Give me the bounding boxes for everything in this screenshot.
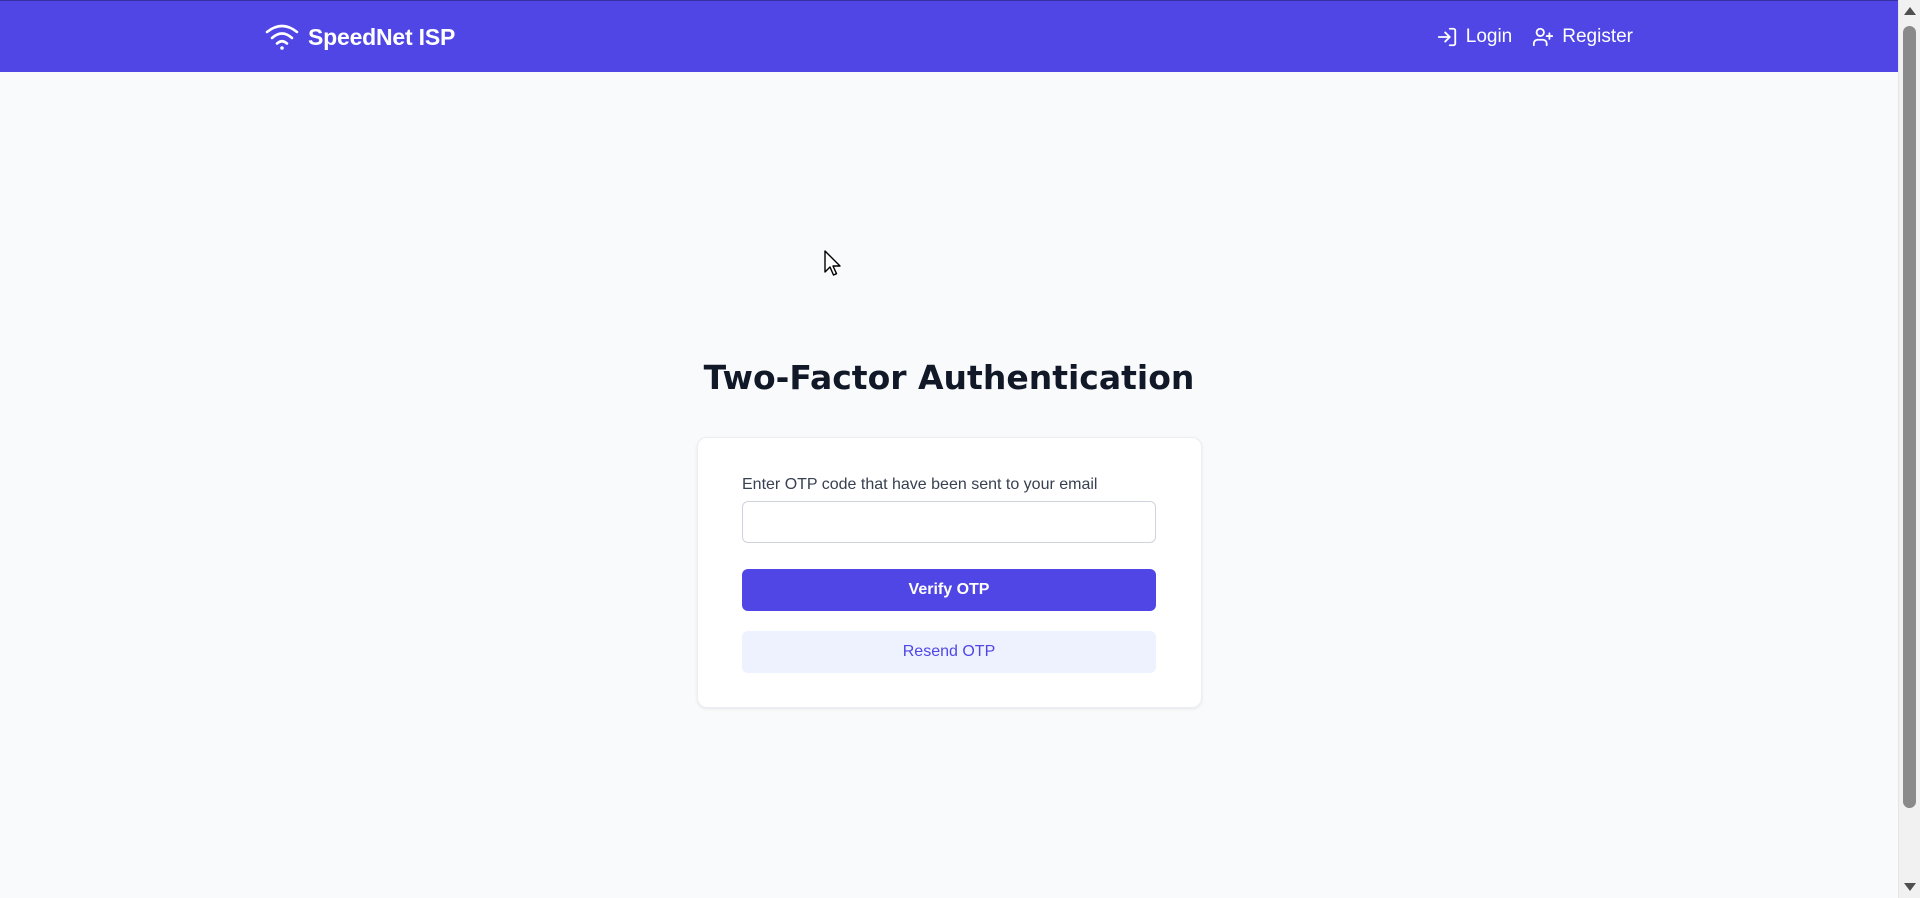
top-navbar: SpeedNet ISP Login Register	[0, 0, 1898, 72]
scroll-down-icon[interactable]	[1904, 883, 1916, 891]
login-label: Login	[1465, 26, 1513, 47]
register-label: Register	[1562, 26, 1633, 47]
vertical-scrollbar[interactable]	[1898, 0, 1920, 898]
otp-input[interactable]	[742, 501, 1156, 543]
register-link[interactable]: Register	[1532, 26, 1633, 48]
scrollbar-thumb[interactable]	[1903, 26, 1916, 808]
login-link[interactable]: Login	[1436, 26, 1513, 48]
brand-name: SpeedNet ISP	[308, 23, 456, 50]
login-icon	[1436, 26, 1458, 48]
wifi-icon	[265, 22, 299, 52]
verify-otp-button[interactable]: Verify OTP	[742, 569, 1156, 611]
otp-card: Enter OTP code that have been sent to yo…	[697, 437, 1202, 708]
brand-logo[interactable]: SpeedNet ISP	[265, 20, 455, 54]
resend-otp-button[interactable]: Resend OTP	[742, 631, 1156, 673]
nav-links: Login Register	[1436, 20, 1633, 54]
mouse-cursor-icon	[824, 250, 842, 283]
user-plus-icon	[1532, 26, 1554, 48]
scroll-up-icon[interactable]	[1904, 7, 1916, 15]
page-title: Two-Factor Authentication	[703, 358, 1195, 397]
otp-label: Enter OTP code that have been sent to yo…	[742, 476, 1098, 493]
